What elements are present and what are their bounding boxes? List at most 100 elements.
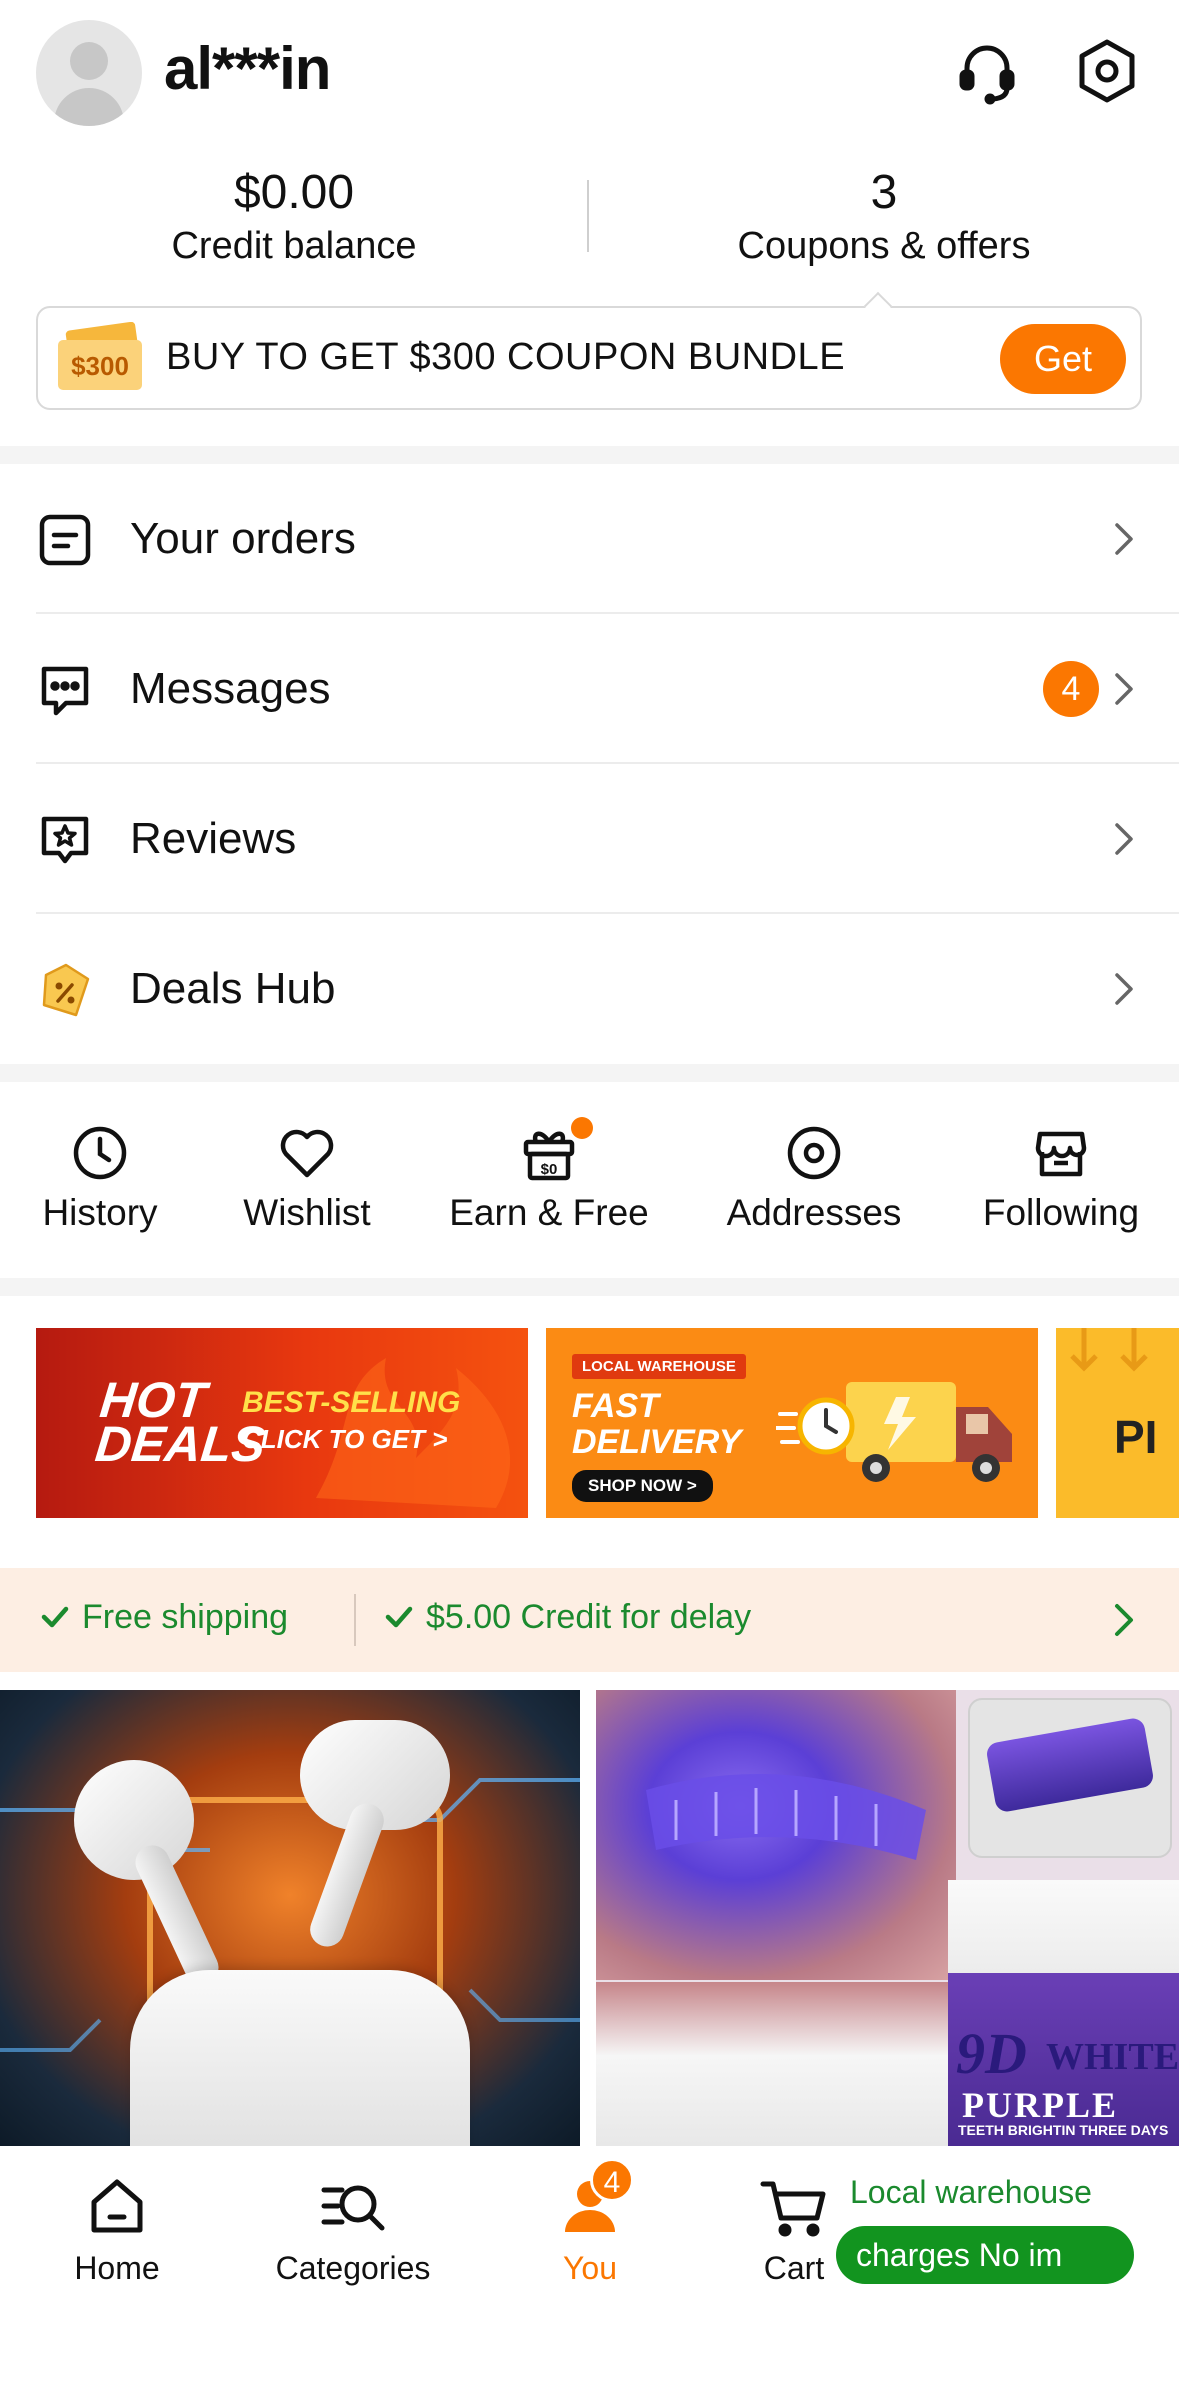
- coupon-banner-text: BUY TO GET $300 COUPON BUNDLE: [166, 336, 846, 378]
- product-tile-toothpaste[interactable]: 9D WHITE PURPLE TEETH BRIGHTIN THREE DAY…: [596, 1690, 1179, 2146]
- toothpaste-small-text: TEETH BRIGHTIN THREE DAYS: [958, 2122, 1169, 2138]
- account-stats: $0.00 Credit balance 3 Coupons & offers: [0, 150, 1179, 280]
- svg-text:$0: $0: [541, 1161, 558, 1178]
- menu-item-orders[interactable]: Your orders: [0, 464, 1179, 614]
- chevron-right-icon: [1115, 523, 1133, 555]
- purple-teeth-decoration: [646, 1774, 926, 1860]
- section-separator: [0, 1278, 1179, 1296]
- third-promo-banner[interactable]: PI: [1056, 1328, 1179, 1518]
- local-warehouse-label: Local warehouse: [850, 2174, 1092, 2210]
- earn-free-label: Earn & Free: [449, 1192, 649, 1233]
- click-to-get-text: CLICK TO GET >: [242, 1424, 448, 1454]
- third-promo-text: PI: [1114, 1411, 1158, 1463]
- teeth-white-image: [596, 1982, 956, 2146]
- store-icon: [1035, 1131, 1087, 1177]
- discount-tag-icon: [36, 961, 94, 1019]
- clock-icon: [73, 1126, 127, 1180]
- promo-carousel: HOT DEALS BEST-SELLING CLICK TO GET > LO…: [0, 1296, 1179, 1552]
- chevron-right-icon: [1115, 1604, 1133, 1636]
- toothpaste-9d-text: 9D: [956, 2021, 1027, 2086]
- nav-home[interactable]: Home: [62, 2172, 172, 2287]
- coupons-offers[interactable]: 3 Coupons & offers: [604, 164, 1164, 270]
- get-coupon-button[interactable]: Get: [1000, 324, 1126, 394]
- hot-deals-banner[interactable]: HOT DEALS BEST-SELLING CLICK TO GET >: [36, 1328, 528, 1518]
- shop-now-button[interactable]: SHOP NOW >: [572, 1470, 713, 1502]
- menu-item-messages[interactable]: Messages 4: [0, 614, 1179, 764]
- shortcut-earn-free[interactable]: $0 Earn & Free: [446, 1122, 652, 1234]
- toothbrush-inset: [968, 1698, 1172, 1858]
- avatar[interactable]: [36, 20, 142, 126]
- fast-text: FAST: [572, 1387, 659, 1425]
- chevron-right-icon: [1115, 823, 1133, 855]
- shipping-benefits-strip[interactable]: Free shipping $5.00 Credit for delay: [0, 1568, 1179, 1672]
- categories-search-icon: [321, 2185, 385, 2231]
- fast-delivery-title: FAST DELIVERY: [572, 1388, 741, 1460]
- delivery-truck-icon: [776, 1382, 1012, 1482]
- coupons-value: 3: [870, 166, 898, 219]
- settings-hexagon-icon[interactable]: [1072, 36, 1142, 106]
- orders-icon: [36, 511, 94, 569]
- section-separator: [0, 446, 1179, 464]
- free-shipping-text: Free shipping: [82, 1598, 289, 1636]
- menu-item-deals-hub[interactable]: Deals Hub: [0, 914, 1179, 1064]
- nav-cart[interactable]: Cart: [746, 2172, 842, 2287]
- username[interactable]: al***in: [164, 34, 331, 103]
- toothpaste-purple-text: PURPLE: [962, 2085, 1118, 2125]
- shortcut-wishlist[interactable]: Wishlist: [236, 1122, 378, 1234]
- chevron-right-icon: [1115, 973, 1133, 1005]
- credit-label: Credit balance: [171, 225, 417, 267]
- stats-divider: [587, 180, 589, 252]
- cart-icon: [760, 2181, 826, 2237]
- reviews-label: Reviews: [130, 814, 297, 863]
- avatar-body: [54, 88, 124, 126]
- bottom-navigation: Home Categories You 4 Cart Local warehou…: [0, 2146, 1179, 2396]
- fast-delivery-banner[interactable]: LOCAL WAREHOUSE FAST DELIVERY SHOP NOW >: [546, 1328, 1038, 1518]
- menu-item-reviews[interactable]: Reviews: [0, 764, 1179, 914]
- heart-icon: [280, 1129, 334, 1178]
- messages-label: Messages: [130, 664, 331, 713]
- chevron-right-icon: [1115, 673, 1133, 705]
- home-icon: [91, 2179, 143, 2233]
- product-tile-earbuds[interactable]: [0, 1690, 580, 2146]
- shortcut-following[interactable]: Following: [978, 1122, 1144, 1234]
- chat-bubble-icon: [36, 661, 94, 719]
- wishlist-label: Wishlist: [243, 1192, 371, 1233]
- addresses-label: Addresses: [726, 1192, 902, 1233]
- earbud-left: [74, 1760, 194, 1880]
- local-warehouse-ticker[interactable]: charges No im: [836, 2226, 1134, 2284]
- home-label: Home: [74, 2250, 160, 2286]
- coupon-bundle-banner[interactable]: $300 BUY TO GET $300 COUPON BUNDLE Get: [36, 306, 1142, 410]
- local-warehouse-tag: LOCAL WAREHOUSE: [572, 1354, 746, 1379]
- earbuds-case: [130, 1970, 470, 2146]
- section-separator: [0, 1064, 1179, 1082]
- orders-label: Your orders: [130, 514, 356, 563]
- nav-categories[interactable]: Categories: [268, 2172, 438, 2287]
- shipping-divider: [354, 1594, 356, 1646]
- avatar-head: [70, 42, 108, 80]
- toothbrush-head: [985, 1716, 1155, 1814]
- credit-balance[interactable]: $0.00 Credit balance: [14, 164, 574, 270]
- best-selling-text: BEST-SELLING: [242, 1386, 461, 1419]
- categories-label: Categories: [275, 2250, 431, 2286]
- toothpaste-white-text: WHITE: [1046, 2036, 1179, 2078]
- delivery-text: DELIVERY: [572, 1423, 742, 1461]
- home-indicator: [420, 2364, 760, 2376]
- shortcut-addresses[interactable]: Addresses: [722, 1122, 906, 1234]
- deals-hub-label: Deals Hub: [130, 964, 336, 1013]
- review-star-bubble-icon: [36, 811, 94, 869]
- cart-label: Cart: [763, 2250, 825, 2286]
- arrows-decoration: [1070, 1328, 1148, 1372]
- messages-count-badge: 4: [1043, 661, 1099, 717]
- profile-header: al***in: [0, 0, 1179, 140]
- shortcut-history[interactable]: History: [36, 1122, 164, 1234]
- headset-icon[interactable]: [952, 36, 1022, 106]
- you-label: You: [563, 2250, 617, 2286]
- history-label: History: [42, 1192, 158, 1233]
- coupons-label: Coupons & offers: [737, 225, 1031, 267]
- credit-value: $0.00: [233, 166, 355, 219]
- following-label: Following: [982, 1192, 1140, 1233]
- coupon-badge-text: $300: [71, 351, 129, 381]
- location-pin-icon: [787, 1126, 841, 1180]
- coupon-ticket-icon: $300: [58, 322, 142, 390]
- credit-delay-text: $5.00 Credit for delay: [426, 1598, 752, 1636]
